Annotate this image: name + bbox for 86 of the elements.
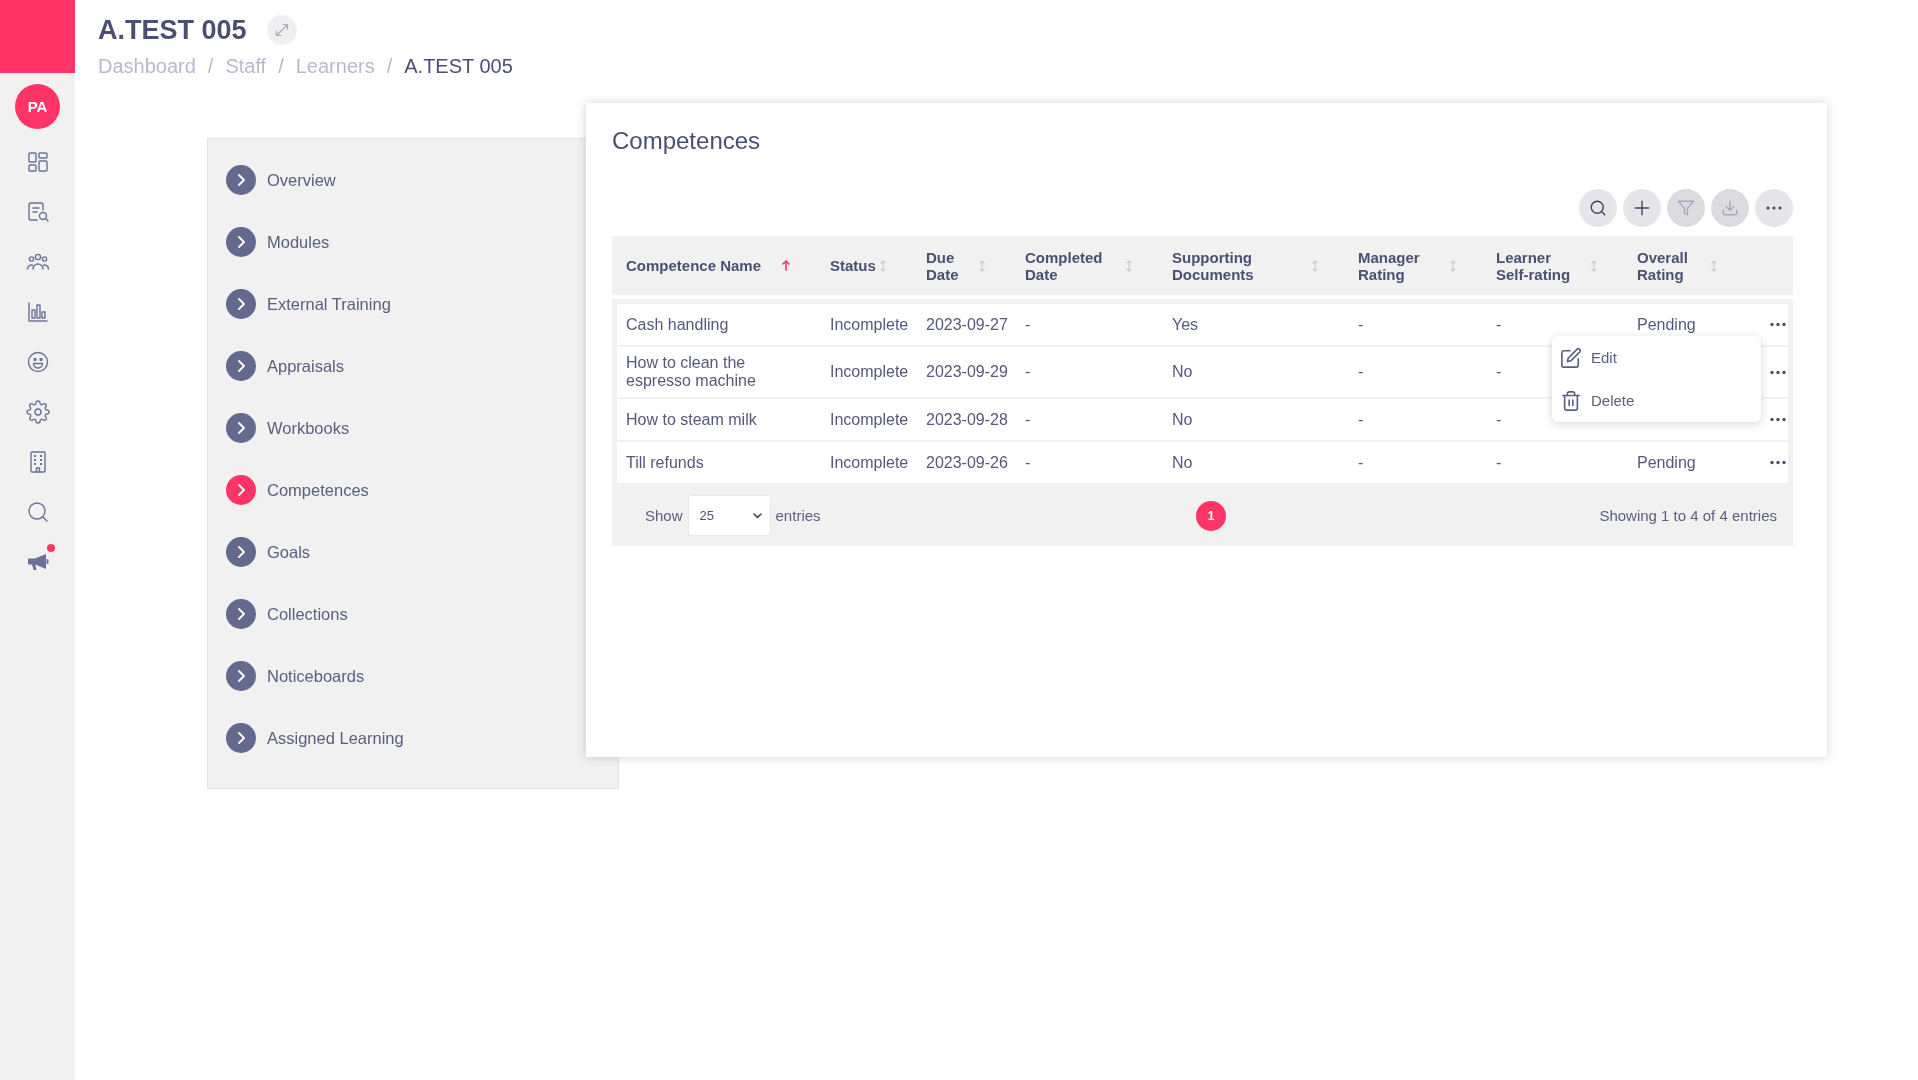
table-cell-text: No <box>1172 452 1193 473</box>
table-cell-text: - <box>1358 409 1364 430</box>
more-button[interactable] <box>1755 189 1793 227</box>
table-cell-text: No <box>1172 362 1193 382</box>
table-cell-text: No <box>1172 409 1193 430</box>
column-header[interactable]: Manager Rating <box>1358 248 1433 283</box>
breadcrumb-separator: / <box>386 54 393 78</box>
nav-item[interactable]: Appraisals <box>208 335 548 397</box>
column-header[interactable]: Completed Date <box>1025 248 1113 283</box>
more-icon[interactable] <box>1770 417 1786 422</box>
more-icon[interactable] <box>1770 369 1786 375</box>
breadcrumb-separator: / <box>207 54 214 78</box>
table-cell-text: - <box>1496 452 1502 473</box>
filter-icon <box>1677 199 1695 217</box>
more-icon[interactable] <box>1770 460 1786 465</box>
table-cell-text: Cash handling <box>626 314 729 335</box>
table-cell-text: 2023-09-28 <box>926 409 1008 430</box>
table-cell-text: - <box>1025 452 1031 473</box>
table-cell-text: - <box>1358 362 1364 382</box>
table-info: Showing 1 to 4 of 4 entries <box>1599 507 1777 524</box>
table-cell-text: Incomplete <box>830 314 909 335</box>
column-header[interactable]: Status <box>830 257 876 274</box>
column-header[interactable]: Competence Name <box>626 257 762 274</box>
expand-icon <box>274 23 289 37</box>
entries-label: entries <box>775 507 821 524</box>
add-button[interactable] <box>1623 189 1661 227</box>
table-cell-text: - <box>1496 362 1502 382</box>
nav-item[interactable]: Noticeboards <box>208 645 548 707</box>
show-label: Show <box>645 507 683 524</box>
expand-button[interactable] <box>266 15 297 45</box>
up-arrow-icon[interactable] <box>782 260 790 271</box>
nav-item[interactable]: Collections <box>208 583 548 645</box>
search-icon[interactable] <box>25 500 50 524</box>
menu-item[interactable]: Delete <box>1552 379 1761 422</box>
column-header[interactable]: Learner Self-rating <box>1496 248 1576 283</box>
column-header[interactable]: Due Date <box>926 248 976 283</box>
download-icon <box>1721 199 1739 217</box>
table-cell-text: - <box>1025 314 1031 335</box>
nav-item[interactable]: Workbooks <box>208 397 548 459</box>
table-cell-text: - <box>1358 452 1364 473</box>
table-cell-text: How to clean the espresso machine <box>626 353 757 391</box>
nav-item[interactable]: Modules <box>208 211 548 273</box>
page-size-select[interactable]: 25 <box>687 495 771 536</box>
table-cell-text: - <box>1358 314 1364 335</box>
smiley-icon[interactable] <box>25 350 50 374</box>
card-title: Competences <box>612 127 762 155</box>
avatar[interactable]: PA <box>15 84 60 129</box>
table-cell-text: Pending <box>1637 314 1696 335</box>
bar-chart-icon[interactable] <box>25 300 50 324</box>
table-cell-text: - <box>1025 362 1031 382</box>
nav-item[interactable]: Assigned Learning <box>208 707 548 769</box>
table-cell-text: - <box>1496 409 1502 430</box>
pencil-square-icon <box>1561 347 1581 368</box>
search-button[interactable] <box>1579 189 1617 227</box>
column-header[interactable]: Overall Rating <box>1637 248 1702 283</box>
settings-icon[interactable] <box>25 400 50 424</box>
breadcrumb-current: A.TEST 005 <box>404 54 513 78</box>
page-button[interactable]: 1 <box>1196 500 1226 531</box>
table-cell-text: 2023-09-26 <box>926 452 1008 473</box>
table-cell-text: Pending <box>1637 452 1696 473</box>
table-cell-text: Till refunds <box>626 452 704 473</box>
document-search-icon[interactable] <box>25 200 50 224</box>
table-cell-text: Incomplete <box>830 409 909 430</box>
nav-item[interactable]: Overview <box>208 149 548 211</box>
nav-item[interactable]: Competences <box>208 459 548 521</box>
more-icon[interactable] <box>1770 322 1786 327</box>
table-cell-text: 2023-09-27 <box>926 314 1008 335</box>
column-header[interactable]: Supporting Documents <box>1172 248 1272 283</box>
nav-item[interactable]: External Training <box>208 273 548 335</box>
table-cell-text: 2023-09-29 <box>926 362 1008 382</box>
table-cell-text: Incomplete <box>830 452 909 473</box>
table-cell-text: - <box>1025 409 1031 430</box>
menu-item[interactable]: Edit <box>1552 336 1761 379</box>
chevron-down-icon <box>752 512 762 519</box>
table-cell-text: How to steam milk <box>626 409 757 430</box>
nav-item[interactable]: Goals <box>208 521 548 583</box>
plus-icon <box>1633 199 1651 217</box>
search-icon <box>1589 199 1607 217</box>
table-cell-text: Incomplete <box>830 362 909 382</box>
more-icon <box>1765 205 1783 211</box>
page-title: A.TEST 005 <box>98 14 247 47</box>
layout-grid-icon[interactable] <box>25 150 50 174</box>
breadcrumb-separator: / <box>278 54 284 78</box>
table-cell-text: Yes <box>1172 314 1199 335</box>
table-cell-text: - <box>1496 314 1502 335</box>
trash-icon <box>1561 390 1581 411</box>
